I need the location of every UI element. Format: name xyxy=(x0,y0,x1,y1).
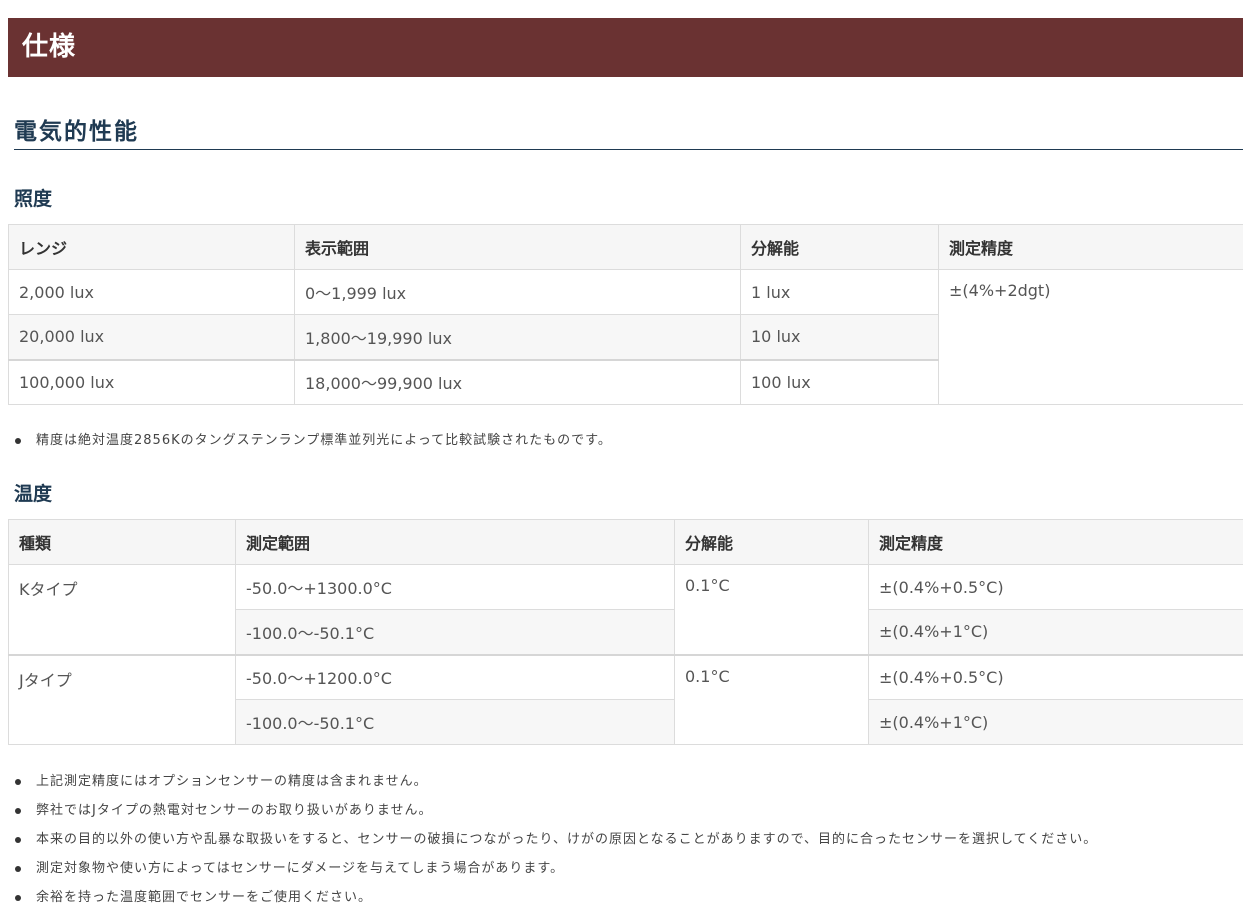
banner-title: 仕様 xyxy=(22,32,77,62)
cell-resolution: 10 lux xyxy=(740,314,939,360)
page-banner: 仕様 xyxy=(8,18,1243,77)
cell-accuracy: ±(0.4%+0.5°C) xyxy=(868,564,1243,610)
table-header-row: 種類 測定範囲 分解能 測定精度 xyxy=(8,519,1243,565)
header-accuracy: 測定精度 xyxy=(938,224,1243,270)
header-accuracy: 測定精度 xyxy=(868,519,1243,565)
table-row: 2,000 lux 0～1,999 lux 1 lux ±(4%+2dgt) xyxy=(8,269,1243,405)
cell-type: Jタイプ xyxy=(8,653,236,745)
header-range: レンジ xyxy=(8,224,295,270)
cell-type: Kタイプ xyxy=(8,564,236,655)
temperature-table: 種類 測定範囲 分解能 測定精度 Kタイプ -50.0～+1300.0°C 0.… xyxy=(8,519,1243,745)
cell-resolution: 100 lux xyxy=(740,358,939,405)
table-row: Jタイプ -50.0～+1200.0°C 0.1°C ±(0.4%+0.5°C) xyxy=(8,653,1243,745)
header-measure-range: 測定範囲 xyxy=(235,519,675,565)
cell-measure-range: -100.0～-50.1°C xyxy=(235,609,675,655)
cell-measure-range: -50.0～+1200.0°C xyxy=(235,653,675,700)
cell-accuracy: ±(0.4%+0.5°C) xyxy=(868,653,1243,700)
table-row: Kタイプ -50.0～+1300.0°C 0.1°C ±(0.4%+0.5°C) xyxy=(8,564,1243,655)
note-item: 弊社ではJタイプの熱電対センサーのお取り扱いがありません。 xyxy=(14,796,1097,825)
note-item: 精度は絶対温度2856Kのタングステンランプ標準並列光によって比較試験されたもの… xyxy=(14,426,612,455)
header-type: 種類 xyxy=(8,519,236,565)
cell-display-range: 18,000～99,900 lux xyxy=(294,358,741,405)
temperature-notes: 上記測定精度にはオプションセンサーの精度は含まれません。 弊社ではJタイプの熱電… xyxy=(14,767,1097,912)
cell-accuracy: ±(4%+2dgt) xyxy=(938,269,1243,405)
header-resolution: 分解能 xyxy=(740,224,939,270)
section-title: 電気的性能 xyxy=(14,112,1243,150)
cell-range: 100,000 lux xyxy=(8,358,295,405)
header-resolution: 分解能 xyxy=(674,519,869,565)
header-display-range: 表示範囲 xyxy=(294,224,741,270)
cell-display-range: 0～1,999 lux xyxy=(294,269,741,315)
note-item: 余裕を持った温度範囲でセンサーをご使用ください。 xyxy=(14,883,1097,912)
cell-accuracy: ±(0.4%+1°C) xyxy=(868,609,1243,655)
cell-range: 2,000 lux xyxy=(8,269,295,315)
cell-resolution: 0.1°C xyxy=(674,653,869,745)
cell-measure-range: -100.0～-50.1°C xyxy=(235,699,675,745)
note-item: 上記測定精度にはオプションセンサーの精度は含まれません。 xyxy=(14,767,1097,796)
temperature-title: 温度 xyxy=(14,483,53,505)
cell-resolution: 1 lux xyxy=(740,269,939,315)
cell-range: 20,000 lux xyxy=(8,314,295,360)
illuminance-notes: 精度は絶対温度2856Kのタングステンランプ標準並列光によって比較試験されたもの… xyxy=(14,426,612,455)
cell-resolution: 0.1°C xyxy=(674,564,869,655)
cell-measure-range: -50.0～+1300.0°C xyxy=(235,564,675,610)
cell-display-range: 1,800～19,990 lux xyxy=(294,314,741,360)
illuminance-table: レンジ 表示範囲 分解能 測定精度 2,000 lux 0～1,999 lux … xyxy=(8,224,1243,405)
note-item: 測定対象物や使い方によってはセンサーにダメージを与えてしまう場合があります。 xyxy=(14,854,1097,883)
cell-accuracy: ±(0.4%+1°C) xyxy=(868,699,1243,745)
illuminance-title: 照度 xyxy=(14,188,53,210)
note-item: 本来の目的以外の使い方や乱暴な取扱いをすると、センサーの破損につながったり、けが… xyxy=(14,825,1097,854)
table-header-row: レンジ 表示範囲 分解能 測定精度 xyxy=(8,224,1243,270)
